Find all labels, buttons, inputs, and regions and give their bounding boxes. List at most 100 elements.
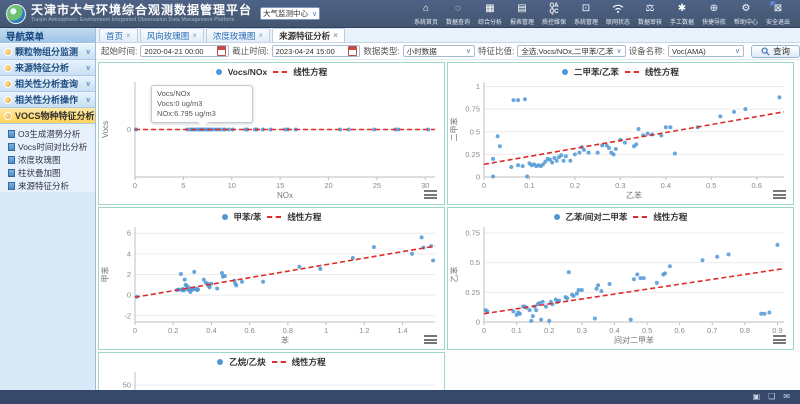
- query-button[interactable]: 查询: [751, 45, 800, 58]
- nav-item-analysis[interactable]: ▦ 综合分析: [474, 1, 506, 26]
- nav-item-reports[interactable]: ▤ 报表管理: [506, 1, 538, 26]
- svg-text:甲苯: 甲苯: [100, 267, 110, 283]
- chart-menu-icon[interactable]: [773, 190, 786, 199]
- chart-tooltip: Vocs/NOx Vocs:0 ug/m3 NOx:6.795 ug/m3: [151, 85, 253, 123]
- charts-area: Vocs/NOx 线性方程 0051015202530NOxVocs Vocs/…: [96, 61, 800, 390]
- chart-menu-icon[interactable]: [424, 335, 437, 344]
- main-content: 首页 × 风向玫瑰图 × 浓度玫瑰图 × 来源特征分析 × 起始时间: 2020…: [96, 28, 800, 390]
- close-icon[interactable]: ×: [333, 31, 338, 40]
- nav-label: 手工数据: [670, 16, 694, 25]
- svg-text:0.3: 0.3: [577, 326, 587, 335]
- device-select[interactable]: Voc(AMA) ∨: [668, 45, 744, 57]
- nav-label: 综合分析: [478, 16, 502, 25]
- page-icon: [8, 143, 15, 151]
- search-icon: [761, 47, 770, 56]
- scatter-legend-label: 乙烷/乙炔: [229, 356, 265, 368]
- center-select-value: 大气监测中心: [263, 8, 308, 19]
- data-type-select[interactable]: 小时数据 ∨: [403, 45, 475, 57]
- svg-text:0.1: 0.1: [511, 326, 521, 335]
- svg-text:6: 6: [127, 229, 131, 238]
- chart-panel-ethylbenzene-mpxylene: 乙苯/间对二甲苯 线性方程 00.250.50.7500.10.20.30.40…: [447, 207, 794, 350]
- svg-text:0.75: 0.75: [465, 228, 480, 237]
- tab-source-feature[interactable]: 来源特征分析 ×: [272, 28, 345, 42]
- close-icon[interactable]: ×: [258, 31, 263, 40]
- chart-legend[interactable]: 二甲苯/乙苯 线性方程: [448, 63, 793, 77]
- nav-item-network[interactable]: 联网状态: [602, 1, 634, 26]
- nav-item-home[interactable]: ⌂ 系统首页: [410, 1, 442, 26]
- nav-item-audit[interactable]: ⚖ 数据审核: [634, 1, 666, 26]
- center-select[interactable]: 大气监测中心 ∨: [260, 7, 320, 20]
- chart-legend[interactable]: 乙烷/乙炔 线性方程: [99, 353, 444, 367]
- nav-item-help[interactable]: ⚙ 帮助中心: [730, 1, 762, 26]
- mail-icon[interactable]: ✉: [783, 392, 790, 402]
- svg-text:1.2: 1.2: [359, 326, 369, 335]
- sidebar-group-vocs-species[interactable]: VOCS物种特征分析 ∧: [0, 108, 95, 124]
- nav-item-data-query[interactable]: ◌ 数据查询: [442, 1, 474, 26]
- sidebar-item-conc-rose[interactable]: 浓度玫瑰图: [8, 153, 95, 166]
- group-label: VOCS物种特征分析: [15, 109, 95, 122]
- camera-icon[interactable]: ▣: [753, 392, 761, 402]
- nav-label: 系统管理: [574, 16, 598, 25]
- scatter-plot-ethane-acetylene[interactable]: 50: [99, 367, 444, 390]
- nav-label: 快捷导航: [702, 16, 726, 25]
- sidebar-item-bar-overlay[interactable]: 柱状叠加图: [8, 166, 95, 179]
- tab-wind-rose[interactable]: 风向玫瑰图 ×: [140, 28, 204, 42]
- chart-panel-xylene-ethylbenzene: 二甲苯/乙苯 线性方程 00.250.50.75100.10.20.30.40.…: [447, 62, 794, 205]
- scatter-plot-ethylbenzene-mpxylene[interactable]: 00.250.50.7500.10.20.30.40.50.60.70.80.9…: [448, 222, 793, 346]
- chart-legend[interactable]: 甲苯/苯 线性方程: [99, 208, 444, 222]
- nav-item-logout[interactable]: ⊠ 安全退出: [762, 1, 794, 26]
- chart-menu-icon[interactable]: [424, 190, 437, 199]
- platform-logo-icon: [6, 4, 26, 24]
- end-time-input[interactable]: 2023-04-24 15:00: [272, 45, 361, 57]
- scatter-plot-xylene-ethylbenzene[interactable]: 00.250.50.75100.10.20.30.40.50.6乙苯二甲苯: [448, 77, 793, 201]
- tab-label: 风向玫瑰图: [147, 30, 190, 42]
- scatter-plot-toluene-benzene[interactable]: -2024600.20.40.60.811.21.4苯甲苯: [99, 222, 444, 346]
- chevron-down-icon: ∨: [85, 48, 91, 56]
- sidebar-item-o3-potential[interactable]: O3生成潜势分析: [8, 127, 95, 140]
- nav-item-manual-data[interactable]: ✱ 手工数据: [666, 1, 698, 26]
- sidebar-item-source-feature[interactable]: 来源特征分析: [8, 179, 95, 192]
- group-icon: [4, 64, 12, 72]
- sidebar-group-correlation-op[interactable]: 相关性分析操作 ∨: [0, 92, 95, 108]
- subitem-label: 浓度玫瑰图: [18, 154, 61, 166]
- close-icon[interactable]: ×: [126, 31, 131, 40]
- trend-legend-marker: [633, 216, 647, 218]
- calendar-icon[interactable]: [348, 46, 357, 56]
- chevron-down-icon: ∨: [466, 47, 471, 55]
- tab-home[interactable]: 首页 ×: [99, 28, 138, 42]
- svg-text:0.5: 0.5: [470, 127, 480, 136]
- start-time-input[interactable]: 2020-04-21 00:00: [140, 45, 229, 57]
- scatter-legend-label: 甲苯/苯: [234, 211, 262, 223]
- sidebar-group-correlation-query[interactable]: 相关性分析查询 ∨: [0, 76, 95, 92]
- nav-label: 报表管理: [510, 16, 534, 25]
- nav-item-quick-nav[interactable]: ⊕ 快捷导航: [698, 1, 730, 26]
- sidebar-item-vocs-time[interactable]: Vocs时间对比分析: [8, 140, 95, 153]
- close-icon[interactable]: ×: [192, 31, 197, 40]
- end-time-value: 2023-04-24 15:00: [276, 47, 335, 56]
- tab-label: 首页: [106, 30, 123, 42]
- calendar-icon[interactable]: [217, 46, 226, 56]
- tab-conc-rose[interactable]: 浓度玫瑰图 ×: [206, 28, 270, 42]
- page-icon: [8, 130, 15, 138]
- trend-legend-label: 线性方程: [292, 356, 326, 368]
- monitor-icon: ⊡: [582, 3, 590, 14]
- chart-legend[interactable]: 乙苯/间对二甲苯 线性方程: [448, 208, 793, 222]
- svg-text:0.7: 0.7: [707, 326, 717, 335]
- ratio-select[interactable]: 全选,Vocs/NOx,二甲苯/乙苯 ∨: [517, 45, 625, 57]
- page-subtitle: Tianjin Atmospheric Environment Integrat…: [31, 18, 252, 23]
- nav-item-qaqc[interactable]: QAQC 质控维保: [538, 1, 570, 26]
- svg-text:0: 0: [133, 326, 137, 335]
- chevron-down-icon: ∨: [85, 80, 91, 88]
- svg-text:0: 0: [482, 326, 486, 335]
- filter-bar: 起始时间: 2020-04-21 00:00 截止时间: 2023-04-24 …: [96, 43, 800, 60]
- svg-text:0: 0: [476, 318, 480, 327]
- nav-item-system[interactable]: ⊡ 系统管理: [570, 1, 602, 26]
- chart-menu-icon[interactable]: [773, 335, 786, 344]
- svg-text:0.25: 0.25: [465, 288, 480, 297]
- sidebar-group-source[interactable]: 来源特征分析 ∨: [0, 60, 95, 76]
- globe-icon: ⊕: [710, 3, 718, 14]
- chat-icon[interactable]: ❏: [768, 392, 775, 402]
- sidebar-group-particulate[interactable]: 颗粒物组分监测 ∨: [0, 44, 95, 60]
- chart-legend[interactable]: Vocs/NOx 线性方程: [99, 63, 444, 77]
- svg-text:0.6: 0.6: [674, 326, 684, 335]
